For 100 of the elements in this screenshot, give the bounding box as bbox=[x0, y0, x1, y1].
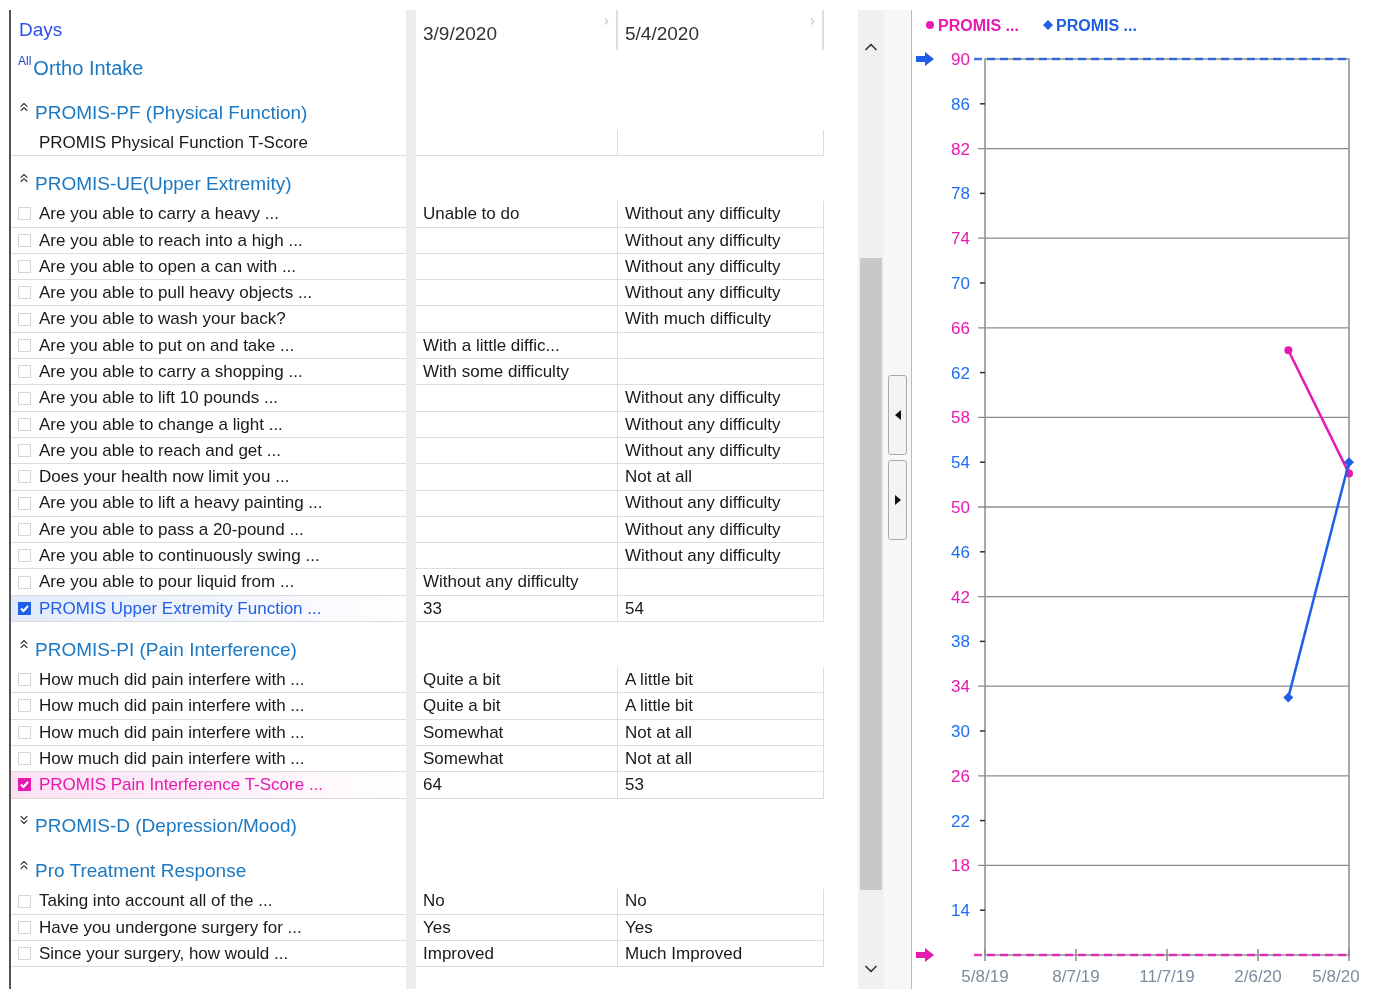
tick-mark bbox=[979, 819, 986, 822]
table-cell: No bbox=[618, 888, 824, 915]
checkbox[interactable] bbox=[18, 699, 31, 713]
checkbox[interactable] bbox=[18, 752, 31, 766]
x-axis-label: 11/7/19 bbox=[1139, 967, 1195, 986]
question-label: Are you able to put on and take ... bbox=[39, 334, 295, 357]
checkbox[interactable] bbox=[18, 312, 31, 326]
table-cell: Improved bbox=[416, 941, 618, 968]
question-label: Since your surgery, how would ... bbox=[39, 943, 289, 966]
y-axis-label: 82 bbox=[951, 139, 970, 159]
table-cell: With a little diffic... bbox=[416, 332, 618, 360]
question-label: Are you able to reach and get ... bbox=[39, 439, 281, 462]
checkbox[interactable] bbox=[18, 894, 31, 908]
y-axis-label: 58 bbox=[951, 408, 970, 428]
checkbox[interactable] bbox=[18, 470, 31, 484]
header-title: Days bbox=[19, 17, 63, 42]
legend-label[interactable]: PROMIS ... bbox=[1056, 17, 1137, 34]
legend-label[interactable]: PROMIS ... bbox=[938, 17, 1019, 34]
question-label: How much did pain interfere with ... bbox=[39, 721, 305, 744]
table-cell: 33 bbox=[416, 595, 618, 623]
checkbox[interactable] bbox=[18, 549, 31, 563]
table-cell: Somewhat bbox=[416, 719, 618, 746]
tick-mark bbox=[1075, 948, 1077, 962]
tick-mark bbox=[979, 551, 986, 553]
y-axis-label: 14 bbox=[951, 901, 970, 921]
legend-marker-icon bbox=[926, 21, 934, 29]
question-label: Are you able to pull heavy objects ... bbox=[39, 282, 313, 305]
question-label: Taking into account all of the ... bbox=[39, 890, 273, 913]
checkbox[interactable] bbox=[18, 947, 31, 961]
checkbox[interactable] bbox=[18, 496, 31, 510]
scrollbar-thumb[interactable] bbox=[860, 258, 882, 890]
section-header[interactable]: PROMIS-D (Depression/Mood) bbox=[17, 812, 297, 841]
checkbox[interactable] bbox=[18, 725, 31, 739]
checkbox[interactable] bbox=[18, 233, 31, 247]
table-cell: 64 bbox=[416, 772, 618, 799]
question-label: Are you able to continuously swing ... bbox=[39, 545, 320, 568]
arrow-icon bbox=[916, 948, 934, 962]
checkbox[interactable] bbox=[18, 391, 31, 405]
tick-mark bbox=[979, 730, 986, 732]
question-label: Are you able to carry a shopping ... bbox=[39, 361, 303, 383]
x-axis-label: 5/8/20 bbox=[1312, 967, 1360, 986]
checkbox[interactable] bbox=[18, 523, 31, 536]
y-axis-label: 70 bbox=[951, 274, 970, 293]
right-triangle-icon bbox=[894, 495, 901, 505]
checkbox[interactable] bbox=[18, 601, 31, 615]
y-axis-label: 50 bbox=[951, 498, 970, 517]
tick-mark bbox=[979, 371, 986, 374]
tick-mark bbox=[979, 640, 986, 643]
scrollbar[interactable] bbox=[858, 10, 884, 989]
section-header[interactable]: PROMIS-PI (Pain Interference) bbox=[17, 635, 297, 665]
tick-mark bbox=[979, 282, 986, 284]
section-header[interactable]: PROMIS-PF (Physical Function) bbox=[17, 98, 308, 127]
table-cell: Without any difficulty bbox=[618, 543, 824, 570]
y-axis-label: 30 bbox=[951, 722, 970, 741]
checkbox[interactable] bbox=[18, 920, 31, 934]
previous-button[interactable] bbox=[888, 375, 907, 455]
checkbox[interactable] bbox=[18, 673, 31, 687]
checkbox[interactable] bbox=[18, 286, 31, 300]
y-axis-label: 34 bbox=[951, 677, 970, 697]
question-label: Are you able to pass a 20-pound ... bbox=[39, 518, 304, 541]
section-header[interactable]: PROMIS-UE(Upper Extremity) bbox=[17, 169, 292, 199]
table-cell: Yes bbox=[618, 914, 824, 942]
table-cell: Not at all bbox=[618, 464, 824, 491]
y-axis-label: 62 bbox=[951, 363, 970, 383]
table-cell: Quite a bit bbox=[416, 667, 618, 694]
table-cell: A little bit bbox=[618, 693, 824, 720]
table-cell: Without any difficulty bbox=[618, 437, 824, 465]
y-axis-label: 42 bbox=[951, 587, 970, 607]
y-axis-label: 38 bbox=[951, 632, 970, 652]
checkbox[interactable] bbox=[18, 778, 31, 792]
checkbox[interactable] bbox=[18, 417, 31, 431]
splitter-bar[interactable] bbox=[406, 10, 416, 989]
question-label: Are you able to pour liquid from ... bbox=[39, 571, 295, 594]
date-column-header: 3/9/2020 bbox=[423, 22, 497, 46]
section-header[interactable]: Pro Treatment Response bbox=[17, 857, 247, 886]
checkbox[interactable] bbox=[18, 207, 31, 221]
checkbox[interactable] bbox=[18, 575, 31, 589]
table-cell: Without any difficulty bbox=[618, 253, 824, 281]
table-cell: Without any difficulty bbox=[416, 569, 618, 596]
tick-mark bbox=[1348, 948, 1350, 962]
table-cell: Without any difficulty bbox=[618, 227, 824, 254]
table-cell: Without any difficulty bbox=[618, 516, 824, 544]
table-cell: Without any difficulty bbox=[618, 280, 824, 307]
checkbox[interactable] bbox=[18, 338, 31, 352]
table-cell: Quite a bit bbox=[416, 693, 618, 720]
checkbox[interactable] bbox=[18, 260, 31, 274]
question-label: Are you able to change a light ... bbox=[39, 413, 283, 436]
question-label: PROMIS Upper Extremity Function ... bbox=[39, 597, 322, 620]
tick-mark bbox=[979, 461, 986, 463]
table-cell: Without any difficulty bbox=[618, 385, 824, 412]
y-axis-label: 22 bbox=[951, 811, 970, 831]
table-cell: Somewhat bbox=[416, 745, 618, 773]
table-cell: Without any difficulty bbox=[618, 411, 824, 438]
next-button[interactable] bbox=[888, 460, 907, 540]
checkbox[interactable] bbox=[18, 444, 31, 458]
data-point bbox=[1283, 692, 1294, 703]
table-cell: 53 bbox=[618, 772, 824, 799]
table-cell: No bbox=[416, 888, 618, 915]
all-label: All bbox=[18, 53, 32, 70]
checkbox[interactable] bbox=[18, 365, 31, 379]
